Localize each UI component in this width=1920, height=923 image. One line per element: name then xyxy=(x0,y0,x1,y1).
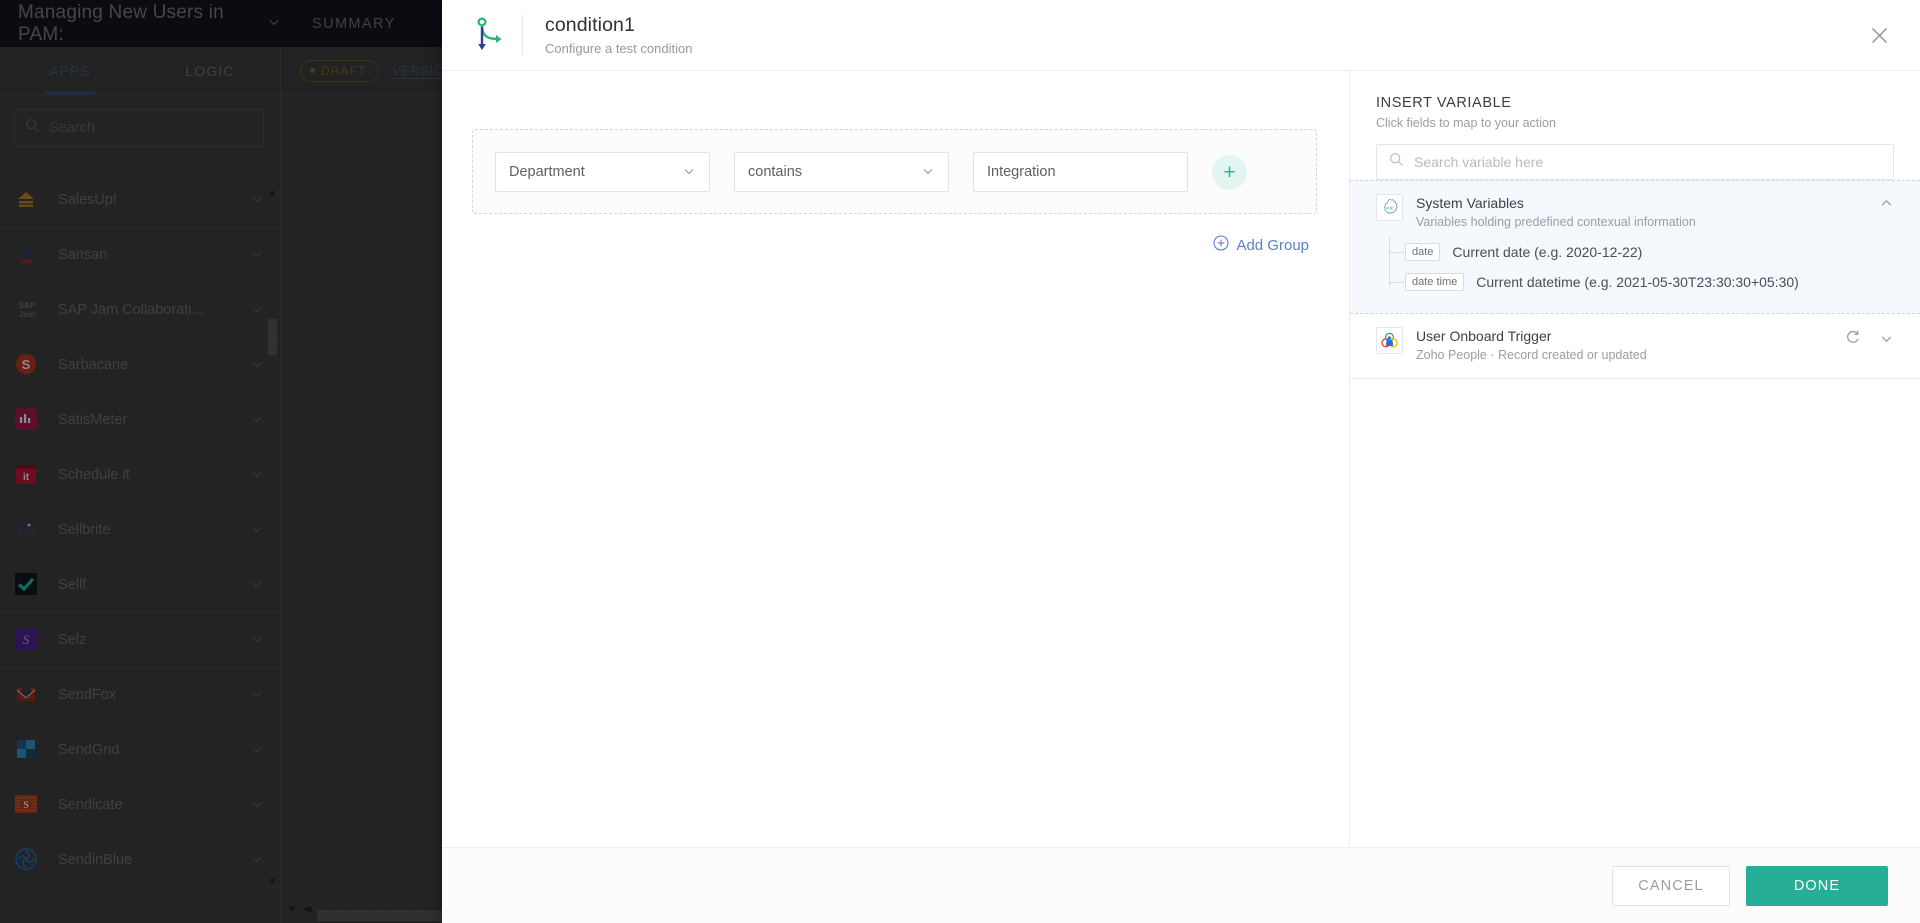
variable-item[interactable]: date time Current datetime (e.g. 2021-05-… xyxy=(1389,267,1894,297)
plus-circle-icon xyxy=(1213,235,1230,255)
modal-header: condition1 Configure a test condition xyxy=(442,0,1920,71)
variable-search-input[interactable]: Search variable here xyxy=(1376,144,1894,180)
header-texts: condition1 Configure a test condition xyxy=(545,14,1862,56)
variable-section-header[interactable]: User Onboard Trigger Zoho People · Recor… xyxy=(1376,327,1894,362)
add-condition-button[interactable]: + xyxy=(1212,154,1247,190)
plus-icon: + xyxy=(1223,160,1236,184)
add-group-label: Add Group xyxy=(1236,236,1309,254)
insert-variable-title: INSERT VARIABLE xyxy=(1376,95,1512,111)
variable-item-label: Current date (e.g. 2020-12-22) xyxy=(1452,244,1643,260)
variable-section-system-variables: =x System Variables Variables holding pr… xyxy=(1350,180,1920,314)
variable-section-header[interactable]: =x System Variables Variables holding pr… xyxy=(1376,194,1894,229)
variable-section-texts: User Onboard Trigger Zoho People · Recor… xyxy=(1416,327,1832,362)
condition-group: Department contains Integration + xyxy=(472,129,1317,214)
variable-section-name: User Onboard Trigger xyxy=(1416,328,1552,344)
refresh-icon[interactable] xyxy=(1845,329,1861,350)
add-group-button[interactable]: Add Group xyxy=(1213,235,1309,255)
variable-section-user-onboard-trigger: User Onboard Trigger Zoho People · Recor… xyxy=(1350,314,1920,379)
condition-value-text: Integration xyxy=(987,164,1056,180)
modal-footer: CANCEL DONE xyxy=(442,847,1920,923)
chevron-down-icon xyxy=(682,164,696,181)
variable-type-chip: date time xyxy=(1405,273,1465,291)
add-group-row: Add Group xyxy=(472,235,1317,255)
condition-field-value: Department xyxy=(509,164,585,180)
variable-section-actions xyxy=(1845,327,1894,350)
variable-section-name: System Variables xyxy=(1416,195,1524,211)
cancel-button[interactable]: CANCEL xyxy=(1612,865,1730,906)
condition-operator-select[interactable]: contains xyxy=(734,152,949,192)
chevron-up-icon[interactable] xyxy=(1879,196,1894,214)
insert-variable-subtitle: Click fields to map to your action xyxy=(1376,116,1556,130)
condition-branch-icon xyxy=(468,15,508,55)
condition-modal: condition1 Configure a test condition De… xyxy=(442,0,1920,923)
variable-item[interactable]: date Current date (e.g. 2020-12-22) xyxy=(1389,237,1894,267)
modal-body: Department contains Integration + Add Gr… xyxy=(442,71,1920,847)
page-subtitle: Configure a test condition xyxy=(545,41,693,56)
gear-variable-icon: =x xyxy=(1376,194,1403,221)
done-button[interactable]: DONE xyxy=(1746,865,1888,906)
condition-value-input[interactable]: Integration xyxy=(973,152,1188,192)
svg-text:=x: =x xyxy=(1386,205,1394,212)
page-title: condition1 xyxy=(545,14,635,36)
variable-type-chip: date xyxy=(1405,243,1441,261)
variable-section-desc: Zoho People · Record created or updated xyxy=(1416,348,1647,362)
variable-section-desc: Variables holding predefined contexual i… xyxy=(1416,215,1696,229)
chevron-down-icon[interactable] xyxy=(1879,331,1894,349)
chevron-down-icon xyxy=(921,164,935,181)
variable-section-texts: System Variables Variables holding prede… xyxy=(1416,194,1866,229)
condition-field-select[interactable]: Department xyxy=(495,152,710,192)
search-icon xyxy=(1389,152,1404,172)
header-divider xyxy=(522,15,523,55)
zoho-people-icon xyxy=(1376,327,1403,354)
close-icon[interactable] xyxy=(1862,18,1896,52)
condition-operator-value: contains xyxy=(748,164,803,180)
insert-variable-pane: INSERT VARIABLE Click fields to map to y… xyxy=(1350,71,1920,847)
variable-item-list: date Current date (e.g. 2020-12-22) date t… xyxy=(1376,237,1894,297)
variable-search-placeholder: Search variable here xyxy=(1414,154,1544,170)
condition-builder-pane: Department contains Integration + Add Gr… xyxy=(442,71,1350,847)
variable-item-label: Current datetime (e.g. 2021-05-30T23:30:… xyxy=(1476,274,1799,290)
variable-section-actions xyxy=(1879,194,1894,214)
